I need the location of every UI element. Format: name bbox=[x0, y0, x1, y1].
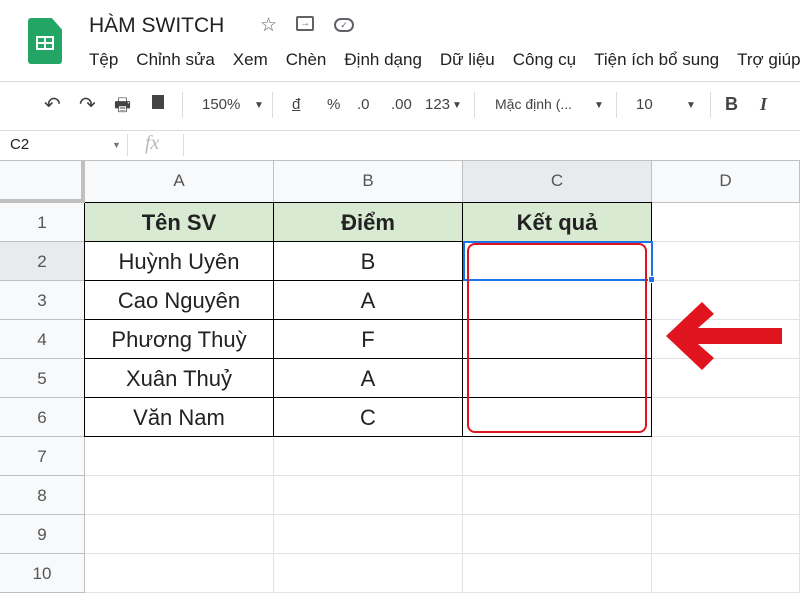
chevron-down-icon[interactable]: ▼ bbox=[254, 100, 264, 111]
sheets-logo[interactable] bbox=[28, 18, 62, 64]
print-icon[interactable]: 🖶 bbox=[114, 93, 131, 123]
row-header-1[interactable]: 1 bbox=[0, 203, 85, 242]
formula-input[interactable] bbox=[190, 136, 790, 156]
row-header-6[interactable]: 6 bbox=[0, 398, 85, 437]
table-cell[interactable]: A bbox=[273, 280, 463, 320]
document-title[interactable]: HÀM SWITCH bbox=[89, 14, 224, 38]
font-size-select[interactable]: 10 bbox=[636, 96, 653, 113]
cell[interactable] bbox=[85, 437, 274, 476]
column-header-d[interactable]: D bbox=[652, 161, 800, 203]
bold-button[interactable]: B bbox=[725, 94, 738, 115]
cell[interactable] bbox=[274, 476, 463, 515]
row-header-9[interactable]: 9 bbox=[0, 515, 85, 554]
cell[interactable] bbox=[463, 515, 652, 554]
cell[interactable] bbox=[652, 398, 800, 437]
cell[interactable] bbox=[85, 515, 274, 554]
undo-icon[interactable]: ↶ bbox=[44, 92, 61, 117]
chevron-down-icon[interactable]: ▼ bbox=[112, 140, 121, 150]
italic-button[interactable]: I bbox=[760, 94, 767, 115]
table-header[interactable]: Tên SV bbox=[84, 202, 274, 242]
menu-view[interactable]: Xem bbox=[233, 50, 268, 70]
table-cell[interactable]: Văn Nam bbox=[84, 397, 274, 437]
menu-addons[interactable]: Tiện ích bổ sung bbox=[594, 50, 719, 70]
font-select[interactable]: Mặc định (... bbox=[495, 96, 572, 112]
table-cell[interactable]: Xuân Thuỷ bbox=[84, 358, 274, 398]
row-header-8[interactable]: 8 bbox=[0, 476, 85, 515]
zoom-select[interactable]: 150% bbox=[202, 96, 240, 113]
menu-file[interactable]: Tệp bbox=[89, 50, 118, 70]
cell[interactable] bbox=[652, 203, 800, 242]
decrease-decimal-button[interactable]: .0 bbox=[357, 96, 370, 113]
column-header-c[interactable]: C bbox=[463, 161, 652, 203]
row-header-2[interactable]: 2 bbox=[0, 242, 85, 281]
table-cell[interactable]: B bbox=[273, 241, 463, 281]
table-cell[interactable]: C bbox=[273, 397, 463, 437]
cell[interactable] bbox=[274, 515, 463, 554]
table-cell[interactable]: Cao Nguyên bbox=[84, 280, 274, 320]
chevron-down-icon: ▼ bbox=[594, 100, 604, 111]
chevron-down-icon: ▼ bbox=[452, 100, 462, 111]
table-cell[interactable]: F bbox=[273, 319, 463, 359]
cell[interactable] bbox=[274, 437, 463, 476]
increase-decimal-button[interactable]: .00 bbox=[391, 96, 412, 113]
cell[interactable] bbox=[652, 554, 800, 593]
row-header-4[interactable]: 4 bbox=[0, 320, 85, 359]
row-header-7[interactable]: 7 bbox=[0, 437, 85, 476]
cell[interactable] bbox=[652, 437, 800, 476]
table-cell[interactable]: Huỳnh Uyên bbox=[84, 241, 274, 281]
annotation-arrow-icon bbox=[666, 302, 782, 370]
divider bbox=[0, 130, 800, 131]
menu-insert[interactable]: Chèn bbox=[286, 50, 327, 70]
cell[interactable] bbox=[652, 476, 800, 515]
table-cell[interactable]: Phương Thuỳ bbox=[84, 319, 274, 359]
cloud-saved-icon[interactable]: ✓ bbox=[334, 18, 354, 32]
menu-tools[interactable]: Công cụ bbox=[513, 50, 576, 70]
cell[interactable] bbox=[85, 476, 274, 515]
select-all-corner[interactable] bbox=[0, 161, 85, 203]
cell[interactable] bbox=[463, 437, 652, 476]
move-folder-icon[interactable]: → bbox=[296, 16, 314, 31]
more-formats-button[interactable]: 123 bbox=[425, 96, 450, 113]
paint-format-icon[interactable] bbox=[152, 95, 164, 109]
cell[interactable] bbox=[652, 515, 800, 554]
column-header-a[interactable]: A bbox=[85, 161, 274, 203]
row-header-10[interactable]: 10 bbox=[0, 554, 85, 593]
table-header[interactable]: Kết quả bbox=[462, 202, 652, 242]
menu-data[interactable]: Dữ liệu bbox=[440, 50, 495, 70]
fill-handle[interactable] bbox=[648, 276, 655, 283]
cell[interactable] bbox=[463, 554, 652, 593]
cell[interactable] bbox=[652, 242, 800, 281]
percent-button[interactable]: % bbox=[327, 96, 340, 113]
divider bbox=[0, 81, 800, 82]
menu-edit[interactable]: Chỉnh sửa bbox=[136, 50, 214, 70]
currency-button[interactable]: đ bbox=[292, 96, 300, 113]
redo-icon[interactable]: ↷ bbox=[79, 92, 96, 117]
row-header-5[interactable]: 5 bbox=[0, 359, 85, 398]
menu-help[interactable]: Trợ giúp bbox=[737, 50, 800, 70]
cell[interactable] bbox=[85, 554, 274, 593]
fx-icon: fx bbox=[145, 132, 160, 154]
star-icon[interactable]: ☆ bbox=[260, 14, 277, 37]
cell[interactable] bbox=[463, 476, 652, 515]
menu-format[interactable]: Định dạng bbox=[344, 50, 422, 70]
menu-bar: Tệp Chỉnh sửa Xem Chèn Định dạng Dữ liệu… bbox=[89, 50, 800, 70]
table-header[interactable]: Điểm bbox=[273, 202, 463, 242]
chevron-down-icon: ▼ bbox=[686, 100, 696, 111]
cell[interactable] bbox=[274, 554, 463, 593]
name-box[interactable]: C2 bbox=[10, 136, 29, 153]
table-cell[interactable]: A bbox=[273, 358, 463, 398]
column-header-b[interactable]: B bbox=[274, 161, 463, 203]
row-header-3[interactable]: 3 bbox=[0, 281, 85, 320]
annotation-highlight-box bbox=[467, 243, 647, 433]
